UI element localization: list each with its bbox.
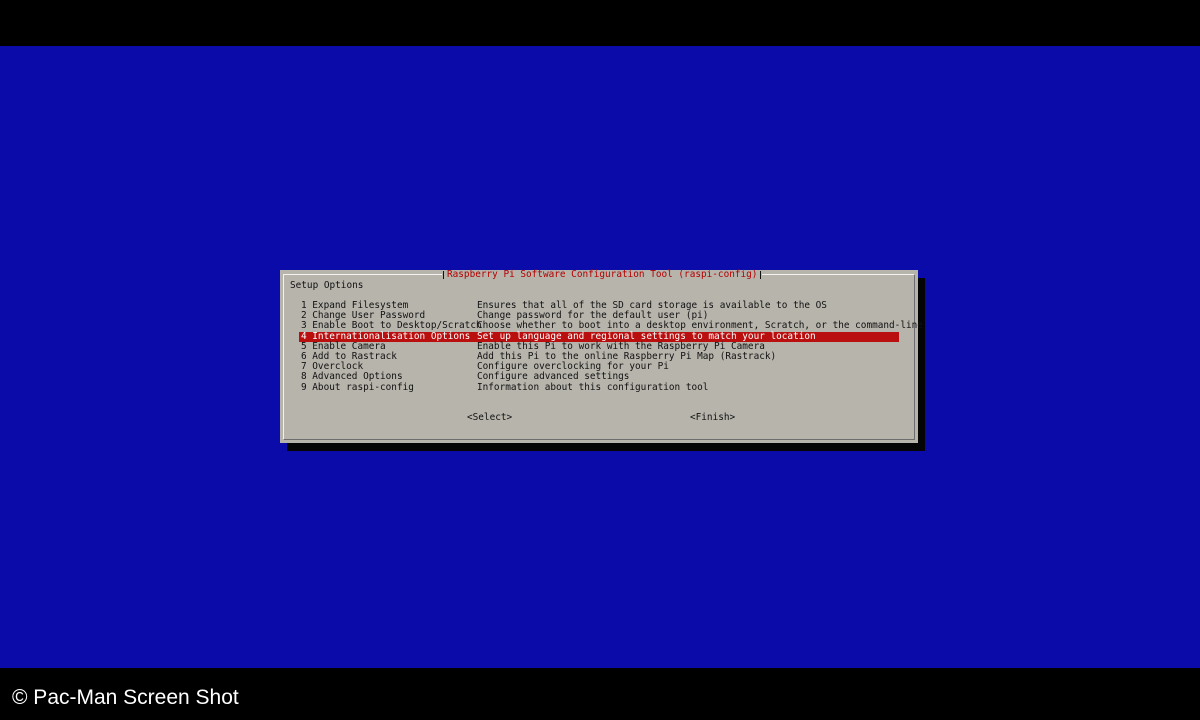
menu-item-label: 3 Enable Boot to Desktop/Scratch bbox=[301, 320, 482, 332]
menu-item-label: 9 About raspi-config bbox=[301, 381, 414, 393]
menu-item-about-raspi-config[interactable]: 9 About raspi-config Information about t… bbox=[299, 381, 899, 393]
menu-item-advanced-options[interactable]: 8 Advanced Options Configure advanced se… bbox=[299, 372, 899, 382]
setup-options-menu: 1 Expand Filesystem Ensures that all of … bbox=[299, 301, 923, 393]
menu-item-description: Choose whether to boot into a desktop en… bbox=[477, 320, 923, 332]
select-button[interactable]: <Select> bbox=[467, 413, 512, 423]
dialog-title: Raspberry Pi Software Configuration Tool… bbox=[442, 270, 763, 280]
screen: Raspberry Pi Software Configuration Tool… bbox=[0, 0, 1200, 720]
menu-item-description: Configure advanced settings bbox=[477, 371, 630, 383]
screenshot-caption: © Pac-Man Screen Shot bbox=[12, 686, 239, 709]
menu-item-label: 8 Advanced Options bbox=[301, 371, 403, 383]
raspi-config-dialog: Raspberry Pi Software Configuration Tool… bbox=[280, 270, 923, 443]
menu-item-description: Information about this configuration too… bbox=[477, 381, 709, 393]
setup-options-heading: Setup Options bbox=[290, 280, 364, 291]
finish-button[interactable]: <Finish> bbox=[690, 413, 735, 423]
